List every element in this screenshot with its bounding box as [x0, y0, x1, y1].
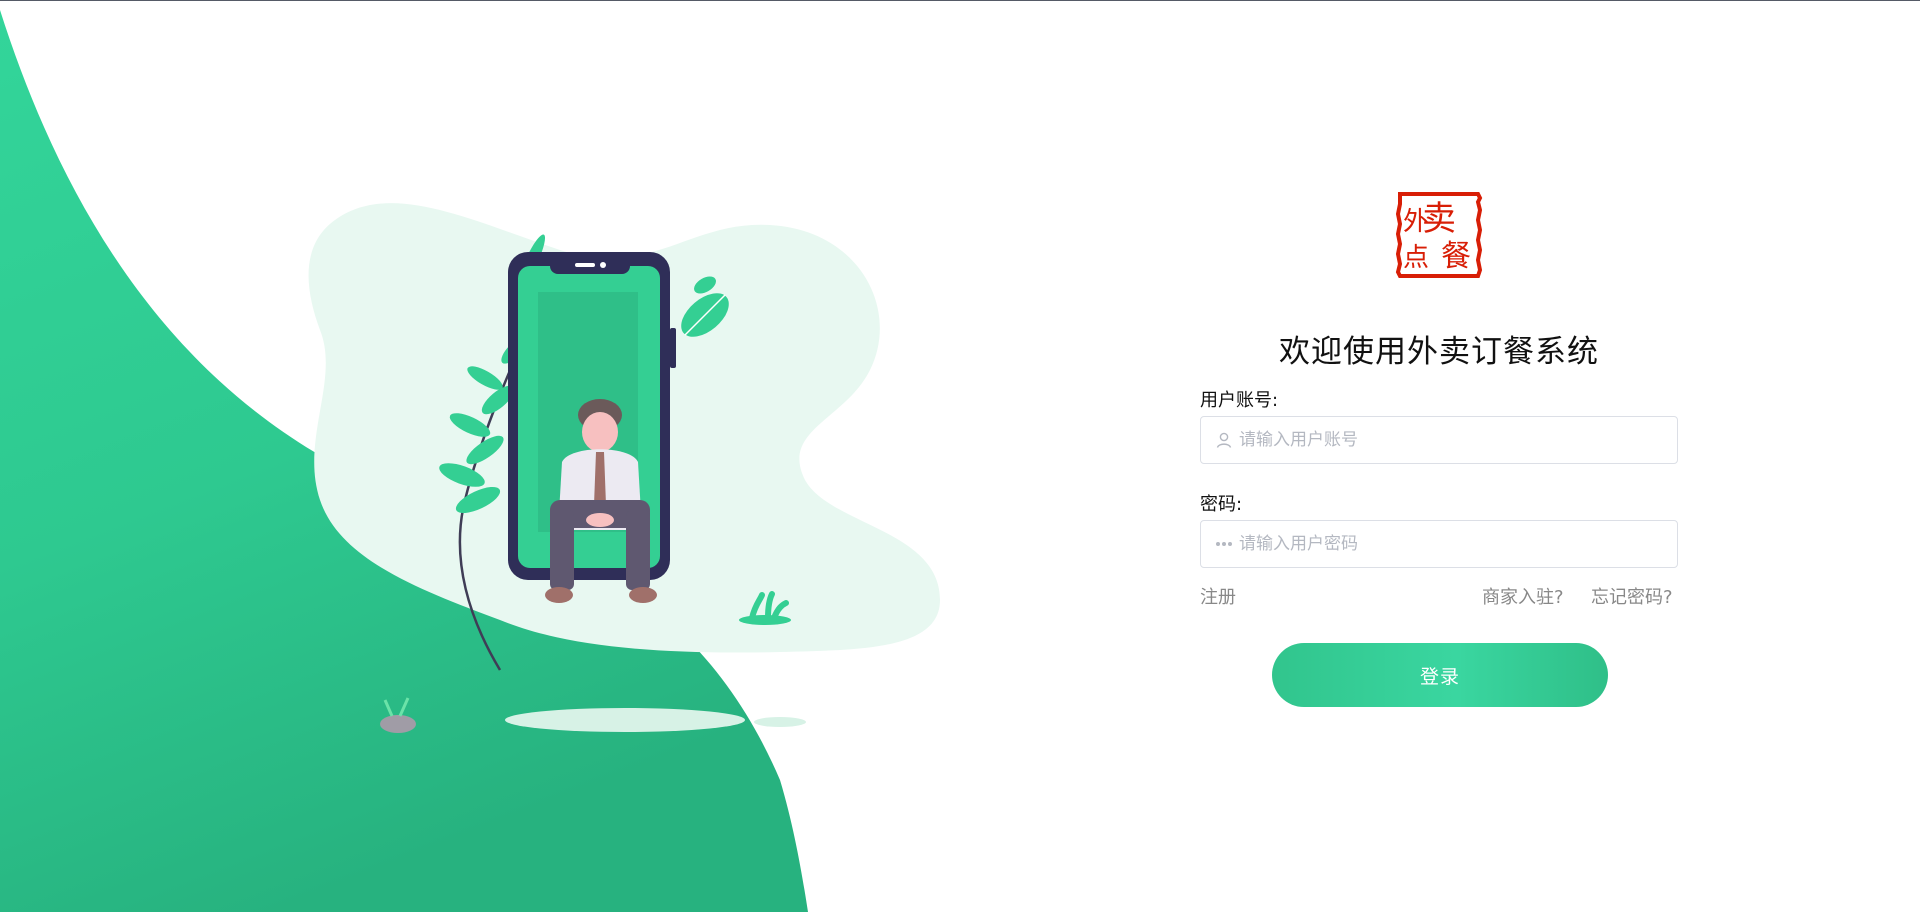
register-link[interactable]: 注册 — [1200, 583, 1236, 609]
username-field[interactable] — [1200, 416, 1678, 464]
login-title: 欢迎使用外卖订餐系统 — [1279, 334, 1599, 370]
brand-logo: 卖 外 点 餐 — [1394, 190, 1484, 280]
username-label: 用户账号: — [1200, 390, 1279, 411]
svg-text:外: 外 — [1403, 207, 1429, 237]
username-input[interactable] — [1239, 417, 1669, 463]
password-dots-icon — [1216, 542, 1232, 546]
password-field[interactable] — [1200, 520, 1678, 568]
forgot-password-link[interactable]: 忘记密码? — [1591, 583, 1673, 609]
svg-text:点: 点 — [1403, 243, 1429, 273]
hero-illustration — [308, 203, 940, 733]
user-icon — [1216, 432, 1232, 448]
login-page: 卖 外 点 餐 欢迎使用外卖订餐系统 用户账号: 密码: 注册 商 — [0, 0, 1920, 912]
seal-logo-icon: 卖 外 点 餐 — [1395, 192, 1483, 278]
merchant-join-link[interactable]: 商家入驻? — [1482, 583, 1564, 609]
password-label: 密码: — [1200, 494, 1243, 515]
svg-text:餐: 餐 — [1441, 239, 1471, 274]
login-button[interactable]: 登录 — [1272, 643, 1608, 707]
password-input[interactable] — [1239, 521, 1669, 567]
